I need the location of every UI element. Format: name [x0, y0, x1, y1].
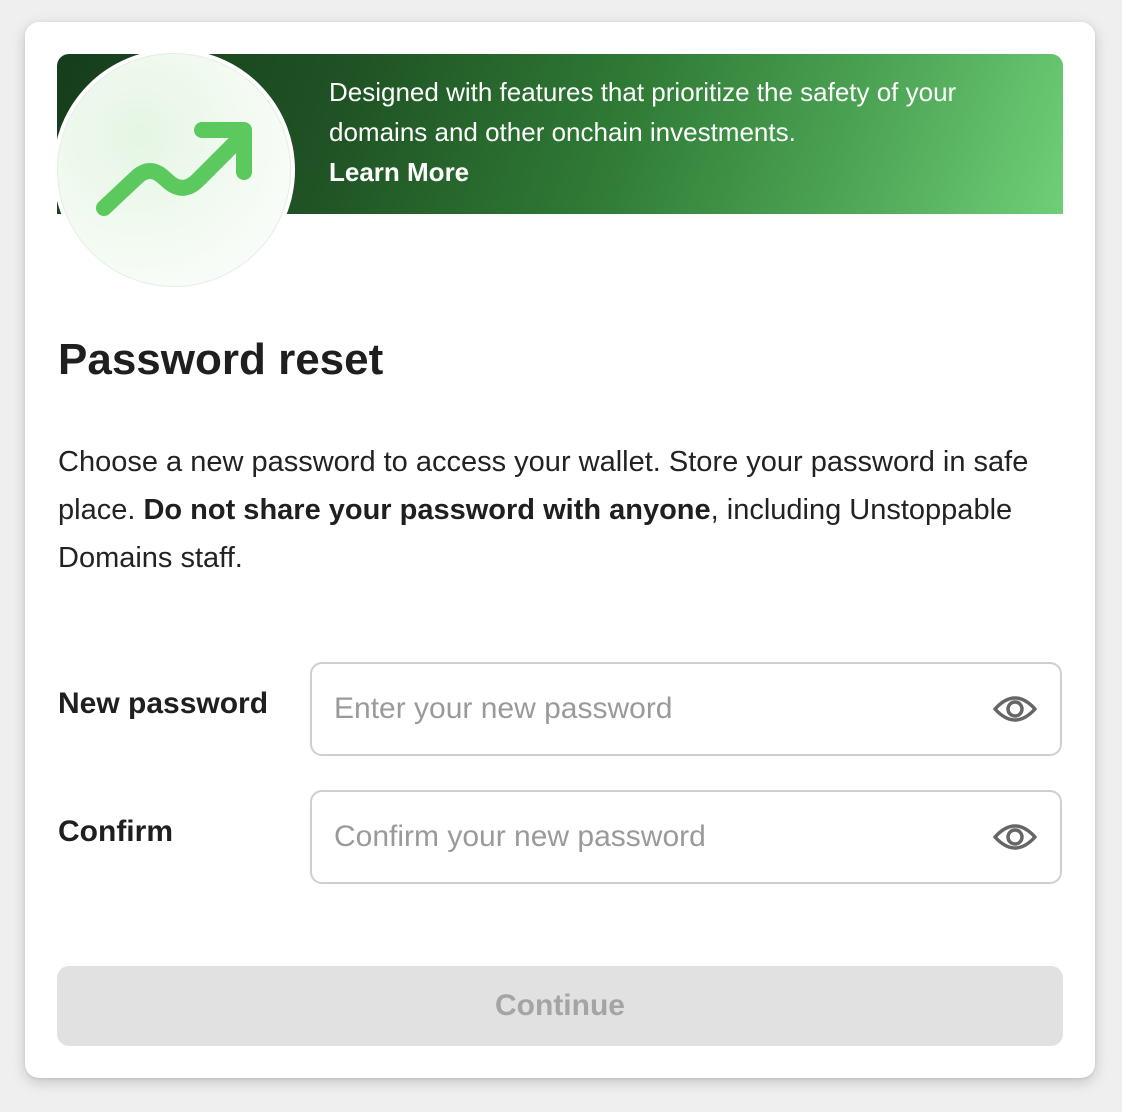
description-warning: Do not share your password with anyone — [143, 494, 711, 526]
banner-content: Designed with features that prioritize t… — [329, 72, 1039, 192]
eye-icon[interactable] — [992, 820, 1038, 854]
password-reset-card: Designed with features that prioritize t… — [25, 22, 1095, 1078]
page-description: Choose a new password to access your wal… — [58, 438, 1068, 582]
continue-button[interactable]: Continue — [57, 966, 1063, 1046]
banner-text: Designed with features that prioritize t… — [329, 77, 957, 147]
new-password-field — [310, 662, 1062, 756]
new-password-label: New password — [58, 687, 269, 720]
new-password-input[interactable] — [312, 664, 972, 754]
trending-up-icon — [96, 122, 252, 216]
badge-circle — [57, 53, 291, 287]
learn-more-link[interactable]: Learn More — [329, 156, 469, 188]
eye-icon[interactable] — [992, 692, 1038, 726]
trending-badge — [53, 49, 295, 291]
confirm-password-label: Confirm — [58, 815, 173, 848]
confirm-password-input[interactable] — [312, 792, 972, 882]
confirm-password-field — [310, 790, 1062, 884]
page-title: Password reset — [58, 335, 384, 384]
